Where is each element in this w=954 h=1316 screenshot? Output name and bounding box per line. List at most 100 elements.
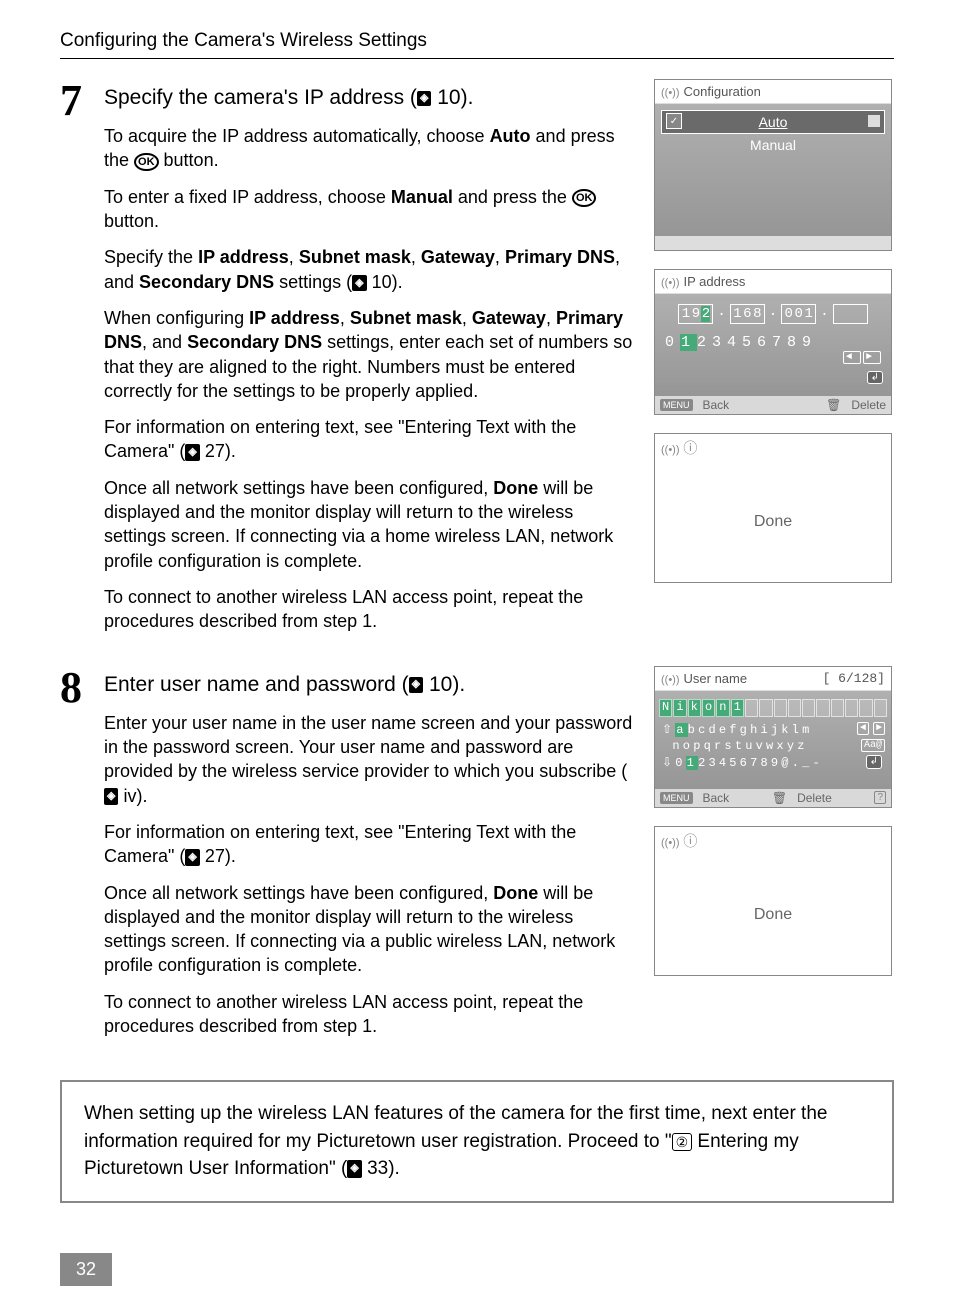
step8-p4: To connect to another wireless LAN acces… (104, 990, 636, 1039)
screen-title: User name (684, 671, 748, 686)
t: 33 (367, 1158, 388, 1179)
step7-heading: Specify the camera's IP address (◈ 10). (104, 85, 636, 110)
screen-configuration: Configuration ✓ Auto Manual (654, 79, 892, 251)
b: Done (493, 478, 538, 498)
footer-note: When setting up the wireless LAN feature… (60, 1080, 894, 1203)
menu-back-button[interactable]: MENU (660, 792, 693, 804)
scroll-indicator (868, 115, 880, 127)
screen-done-1: Done (654, 433, 892, 583)
step7-p1: To acquire the IP address automatically,… (104, 124, 636, 173)
keyboard-row-1[interactable]: ⇧abcdefghijklm◄► (659, 721, 887, 738)
left-arrow-icon[interactable]: ◄ (843, 351, 861, 364)
screen-user-name: User name [ 6/128] Nikon1 ⇧abcdefghijklm… (654, 666, 892, 808)
step7-p7: To connect to another wireless LAN acces… (104, 585, 636, 634)
t: settings ( (274, 272, 352, 292)
enter-icon[interactable]: ↲ (866, 755, 882, 769)
wireless-icon (661, 671, 680, 686)
back-label: Back (703, 398, 730, 412)
checkmark-icon: ✓ (666, 113, 682, 129)
page-ref-icon: ◈ (417, 91, 431, 106)
enter-icon[interactable]: ↲ (867, 371, 883, 384)
step8-p2: For information on entering text, see "E… (104, 820, 636, 869)
left-arrow-icon[interactable]: ◄ (857, 722, 869, 735)
t: ). (136, 786, 147, 806)
step7-p3: Specify the IP address, Subnet mask, Gat… (104, 245, 636, 294)
t: , (546, 308, 556, 328)
bold-auto: Auto (490, 126, 531, 146)
bold-manual: Manual (391, 187, 453, 207)
screen-title: IP address (684, 274, 746, 289)
page-ref-icon: ◈ (185, 849, 199, 866)
step7-p2: To enter a fixed IP address, choose Manu… (104, 185, 636, 234)
shift-down-icon[interactable]: ⇩ (662, 756, 675, 770)
wireless-icon (661, 833, 680, 849)
b: Gateway (421, 247, 495, 267)
step7-p6: Once all network settings have been conf… (104, 476, 636, 573)
t: , (340, 308, 350, 328)
b: Subnet mask (350, 308, 462, 328)
step7-heading-prefix: Specify the camera's IP address ( (104, 86, 417, 109)
step8-heading-ref: 10 (429, 673, 452, 696)
menu-back-button[interactable]: MENU (660, 399, 693, 411)
b: IP address (249, 308, 340, 328)
step7-p5: For information on entering text, see "E… (104, 415, 636, 464)
keyboard-row-2[interactable]: nopqrstuvwxyz Aa@ (659, 738, 887, 754)
help-icon[interactable]: ? (874, 791, 886, 804)
info-icon (683, 440, 697, 456)
step-7: 7 Specify the camera's IP address (◈ 10)… (60, 79, 894, 646)
page-ref-icon: ◈ (185, 444, 199, 461)
wireless-icon (661, 440, 680, 456)
t: ). (225, 846, 236, 866)
b: Gateway (472, 308, 546, 328)
ok-button-icon: OK (572, 189, 597, 207)
b: Done (493, 883, 538, 903)
t: Once all network settings have been conf… (104, 883, 493, 903)
config-option-manual[interactable]: Manual (661, 134, 885, 156)
ip-input-row[interactable]: 192. 168. 001. (661, 304, 885, 324)
page-ref-icon: ◈ (104, 788, 118, 805)
screen-ip-address: IP address 192. 168. 001. 0123456789 ◄► (654, 269, 892, 415)
b: Secondary DNS (187, 332, 322, 352)
t: , (495, 247, 505, 267)
b: IP address (198, 247, 289, 267)
t: button. (159, 150, 219, 170)
page-ref-icon: ◈ (347, 1160, 361, 1178)
step8-heading: Enter user name and password (◈ 10). (104, 672, 636, 697)
ok-button-icon: OK (134, 153, 159, 171)
right-arrow-icon[interactable]: ► (873, 722, 885, 735)
t: 27 (205, 846, 225, 866)
step-number-7: 7 (60, 79, 104, 646)
step7-p4: When configuring IP address, Subnet mask… (104, 306, 636, 403)
t: , (289, 247, 299, 267)
char-counter: [ 6/128] (823, 671, 885, 686)
t: Once all network settings have been conf… (104, 478, 493, 498)
step8-heading-suffix: ). (452, 673, 465, 696)
shift-up-icon[interactable]: ⇧ (662, 723, 675, 737)
b: Subnet mask (299, 247, 411, 267)
trash-icon[interactable]: 🗑 (826, 398, 841, 412)
trash-icon[interactable]: 🗑 (772, 791, 787, 805)
t: 27 (205, 441, 225, 461)
wireless-icon (661, 274, 680, 289)
page-ref-icon: ◈ (409, 677, 423, 692)
t: , (462, 308, 472, 328)
t: iv (123, 786, 136, 806)
step-8: 8 Enter user name and password (◈ 10). E… (60, 666, 894, 1051)
username-input[interactable]: Nikon1 (659, 699, 887, 717)
page-number: 32 (60, 1253, 112, 1286)
section-header: Configuring the Camera's Wireless Settin… (60, 30, 894, 59)
right-arrow-icon[interactable]: ► (863, 351, 881, 364)
t: Specify the (104, 247, 198, 267)
t: nopqrstuvwxyz (672, 739, 807, 753)
step7-heading-suffix: ). (461, 86, 474, 109)
case-toggle-icon[interactable]: Aa@ (861, 739, 885, 752)
keyboard-row-3[interactable]: ⇩0123456789@._-↲ (659, 754, 887, 771)
digit-picker[interactable]: 0123456789 ◄► (661, 332, 885, 353)
config-option-auto[interactable]: ✓ Auto (661, 110, 885, 134)
step7-heading-ref: 10 (437, 86, 460, 109)
b: Primary DNS (505, 247, 615, 267)
done-message: Done (655, 855, 891, 975)
t: 10 (372, 272, 392, 292)
done-message: Done (655, 462, 891, 582)
t: For information on entering text, see "E… (104, 417, 576, 461)
